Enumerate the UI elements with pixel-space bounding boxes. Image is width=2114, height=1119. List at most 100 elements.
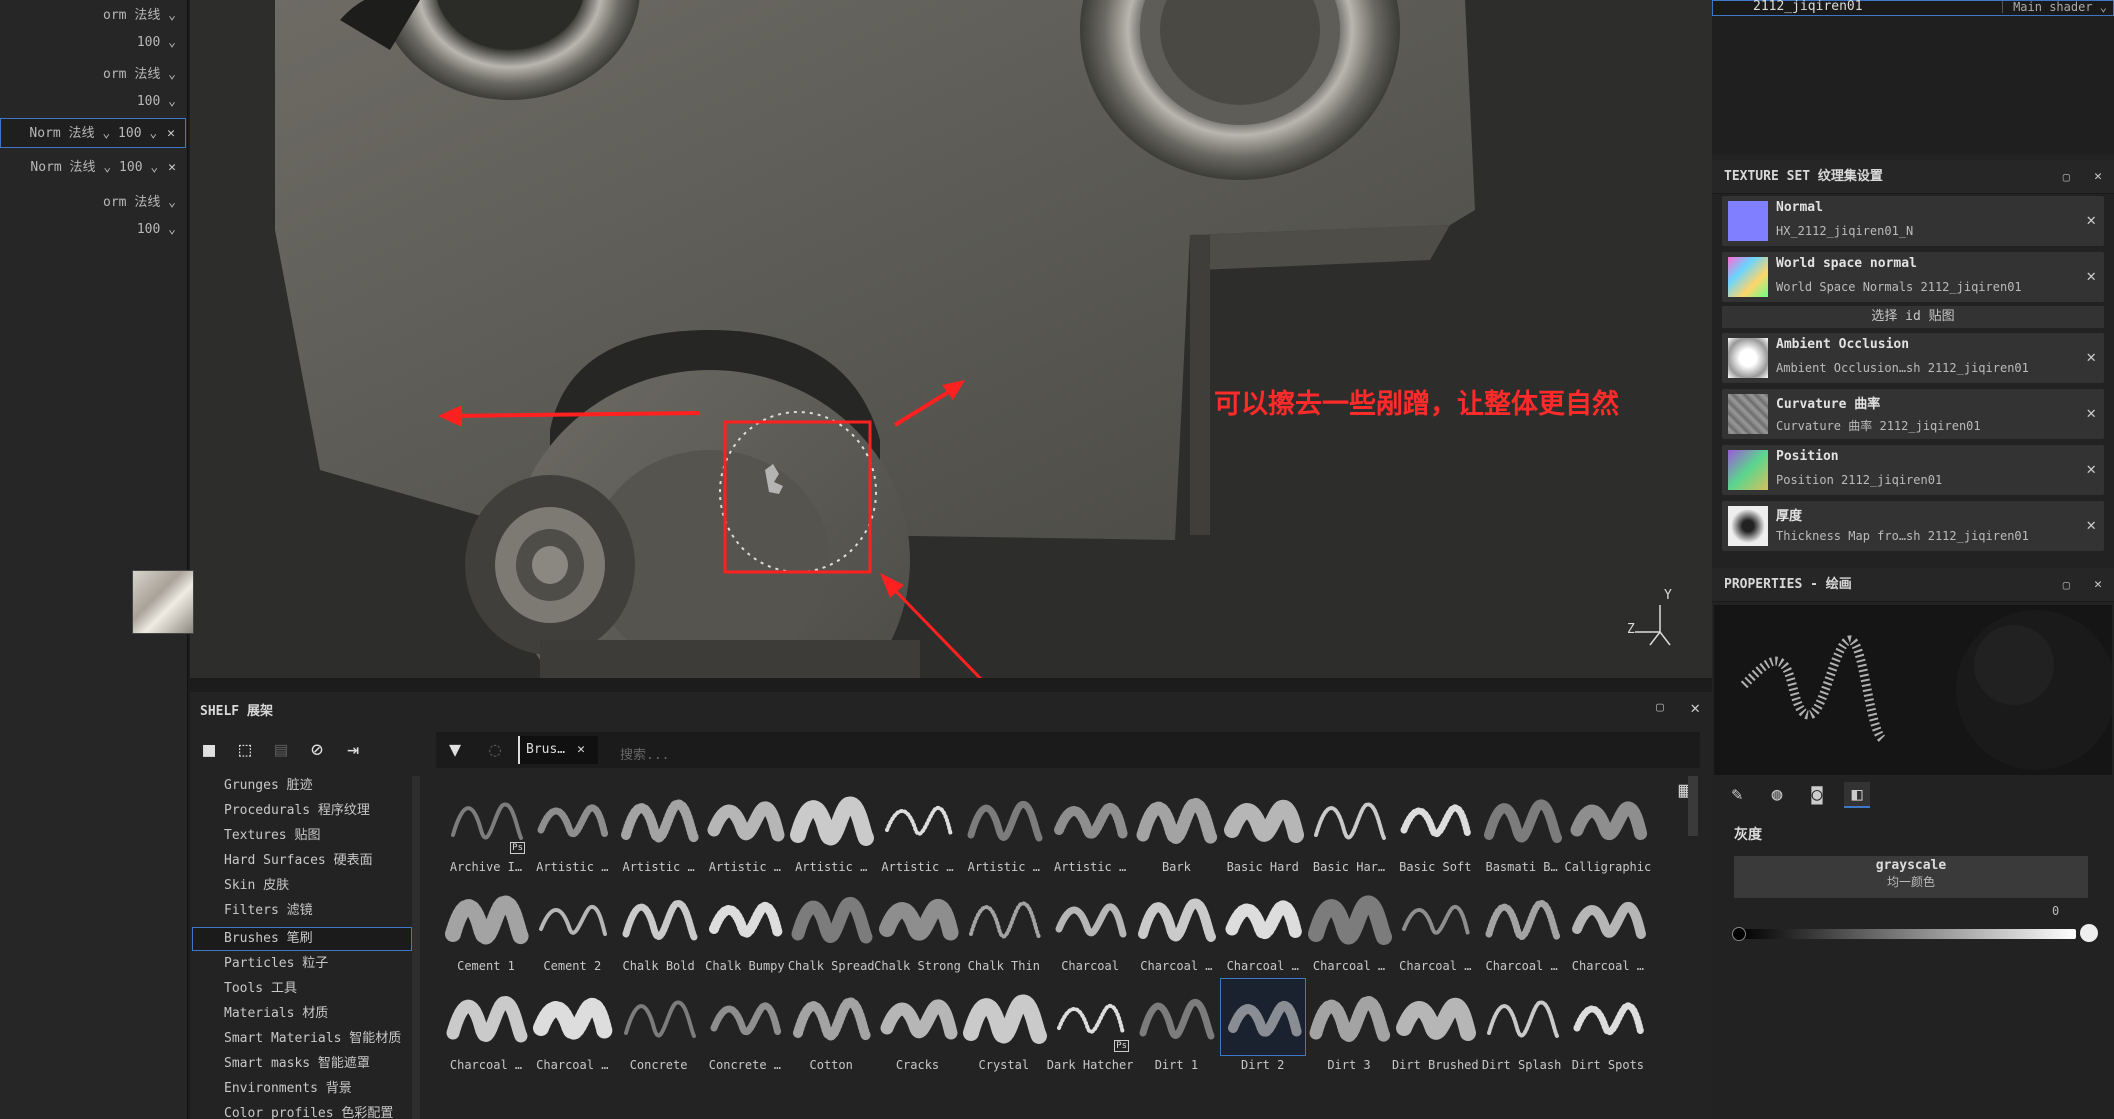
category-procedurals[interactable]: Procedurals 程序纹理 xyxy=(224,800,370,822)
brush-item[interactable]: Dirt 3 xyxy=(1306,978,1392,1076)
brush-item[interactable]: Cracks xyxy=(875,978,961,1076)
stencil-icon[interactable]: ◙ xyxy=(1804,782,1830,808)
texture-row-world-normal[interactable]: World space normal World Space Normals 2… xyxy=(1722,252,2104,302)
brush-icon[interactable]: ✎ xyxy=(1724,782,1750,808)
color-picker-icon[interactable] xyxy=(2080,924,2098,942)
material-thumbnail[interactable] xyxy=(132,570,194,634)
filter-icon[interactable]: ▼ xyxy=(442,736,468,762)
layer-row-selected[interactable]: Norm 法线 ⌄ 100 ⌄ ✕ xyxy=(0,118,186,148)
close-icon[interactable]: ✕ xyxy=(167,126,175,141)
brush-item-selected[interactable]: Dirt 2 xyxy=(1219,978,1306,1076)
close-icon[interactable]: ✕ xyxy=(2086,210,2096,229)
folder-icon[interactable]: ■ xyxy=(196,736,222,762)
brush-item[interactable]: Concrete … xyxy=(702,978,788,1076)
reset-icon[interactable]: ◌ xyxy=(482,736,508,762)
brush-item[interactable]: Chalk Strong xyxy=(874,879,961,977)
brush-item[interactable]: Chalk Spread xyxy=(788,879,875,977)
category-skin[interactable]: Skin 皮肤 xyxy=(224,875,289,897)
brush-item[interactable]: Artistic … xyxy=(1047,780,1133,878)
texture-row-curvature[interactable]: Curvature 曲率 Curvature 曲率 2112_jiqiren01… xyxy=(1722,389,2104,439)
brush-item[interactable]: Crystal xyxy=(961,978,1047,1076)
brush-item[interactable]: Ps Archive I… xyxy=(443,780,529,878)
alpha-icon[interactable]: ◍ xyxy=(1764,782,1790,808)
category-smart-masks[interactable]: Smart masks 智能遮罩 xyxy=(224,1053,370,1075)
brush-item[interactable]: Bark xyxy=(1133,780,1219,878)
texture-set-row[interactable]: 2112_jiqiren01 Main shader ⌄ xyxy=(1712,0,2114,16)
brush-item[interactable]: Artistic … xyxy=(529,780,615,878)
grayscale-button[interactable]: grayscale 均一颜色 xyxy=(1734,856,2088,898)
brush-item[interactable]: Basic Soft xyxy=(1392,780,1478,878)
close-icon[interactable]: ✕ xyxy=(577,742,585,757)
category-scrollbar[interactable] xyxy=(412,776,420,1119)
layer-opacity-dropdown[interactable]: 100 ⌄ xyxy=(0,28,186,58)
brush-item[interactable]: Cement 1 xyxy=(443,879,529,977)
close-icon[interactable]: ✕ xyxy=(2086,459,2096,478)
layer-channel-dropdown[interactable]: orm 法线 ⌄ xyxy=(0,60,186,90)
category-color-profiles[interactable]: Color profiles 色彩配置 xyxy=(224,1103,393,1119)
undock-icon[interactable]: ▢ xyxy=(2063,568,2070,602)
shader-dropdown[interactable]: Main shader ⌄ xyxy=(2002,1,2107,13)
slider-handle[interactable] xyxy=(1732,927,1746,941)
brush-item[interactable]: Charcoal … xyxy=(1306,879,1392,977)
close-icon[interactable]: ✕ xyxy=(2086,403,2096,422)
brush-item[interactable]: Charcoal … xyxy=(1220,879,1306,977)
brush-item[interactable]: Calligraphic xyxy=(1565,780,1651,878)
category-textures[interactable]: Textures 贴图 xyxy=(224,825,320,847)
layer-row[interactable]: Norm 法线 ⌄ 100 ⌄ ✕ xyxy=(0,153,186,183)
brush-item[interactable]: Dirt Spots xyxy=(1565,978,1651,1076)
close-icon[interactable]: ✕ xyxy=(2094,160,2102,194)
filter-chip[interactable]: Brus… ✕ xyxy=(518,736,598,764)
brush-item[interactable]: Cotton xyxy=(788,978,874,1076)
hide-icon[interactable]: ⊘ xyxy=(304,736,330,762)
import-icon[interactable]: ⇥ xyxy=(340,736,366,762)
close-icon[interactable]: ✕ xyxy=(168,160,176,175)
category-smart-materials[interactable]: Smart Materials 智能材质 xyxy=(224,1028,401,1050)
brush-item[interactable]: Chalk Bold xyxy=(616,879,702,977)
close-icon[interactable]: ✕ xyxy=(2086,347,2096,366)
brush-item[interactable]: Dirt Splash xyxy=(1479,978,1565,1076)
close-icon[interactable]: ✕ xyxy=(2094,568,2102,602)
material-icon[interactable]: ◧ xyxy=(1844,782,1870,808)
brush-item[interactable]: Dirt Brushed xyxy=(1392,978,1479,1076)
new-file-icon[interactable]: ⬚ xyxy=(232,736,258,762)
brush-item[interactable]: Artistic … xyxy=(875,780,961,878)
gray-slider[interactable] xyxy=(1738,929,2076,939)
brush-item[interactable]: Basmati B… xyxy=(1479,780,1565,878)
3d-viewport[interactable]: 可以擦去一些剐蹭，让整体更自然 Y Z xyxy=(190,0,1712,678)
category-particles[interactable]: Particles 粒子 xyxy=(224,953,328,975)
texture-row-thickness[interactable]: 厚度 Thickness Map fro…sh 2112_jiqiren01 ✕ xyxy=(1722,501,2104,551)
brush-item[interactable]: Charcoal … xyxy=(443,978,529,1076)
brush-item[interactable]: Charcoal … xyxy=(1565,879,1651,977)
brush-item[interactable]: Charcoal … xyxy=(1479,879,1565,977)
save-icon[interactable]: ▤ xyxy=(268,736,294,762)
category-environments[interactable]: Environments 背景 xyxy=(224,1078,352,1100)
layer-channel-dropdown[interactable]: orm 法线 ⌄ xyxy=(0,1,186,31)
brush-item[interactable]: Artistic … xyxy=(702,780,788,878)
undock-icon[interactable]: ▢ xyxy=(2063,160,2070,194)
close-icon[interactable]: ✕ xyxy=(1690,698,1700,717)
brush-item[interactable]: Charcoal xyxy=(1047,879,1133,977)
close-icon[interactable]: ✕ xyxy=(2086,266,2096,285)
undock-icon[interactable]: ▢ xyxy=(1656,700,1664,715)
texture-row-ao[interactable]: Ambient Occlusion Ambient Occlusion…sh 2… xyxy=(1722,333,2104,383)
layer-opacity-dropdown[interactable]: 100 ⌄ xyxy=(0,87,186,117)
shelf-scrollbar[interactable] xyxy=(1688,776,1698,836)
brush-item[interactable]: Charcoal … xyxy=(1133,879,1219,977)
category-tools[interactable]: Tools 工具 xyxy=(224,978,297,1000)
select-id-map-button[interactable]: 选择 id 贴图 xyxy=(1722,306,2104,328)
brush-item[interactable]: Chalk Thin xyxy=(961,879,1047,977)
category-filters[interactable]: Filters 滤镜 xyxy=(224,900,313,922)
category-materials[interactable]: Materials 材质 xyxy=(224,1003,328,1025)
brush-item[interactable]: Artistic … xyxy=(961,780,1047,878)
brush-item[interactable]: Charcoal … xyxy=(529,978,615,1076)
brush-item[interactable]: Basic Har… xyxy=(1306,780,1392,878)
brush-item[interactable]: Charcoal … xyxy=(1392,879,1478,977)
brush-item[interactable]: Ps Dark Hatcher xyxy=(1047,978,1133,1076)
brush-item[interactable]: Concrete xyxy=(616,978,702,1076)
layer-opacity-dropdown[interactable]: 100 ⌄ xyxy=(0,215,186,245)
category-brushes[interactable]: Brushes 笔刷 xyxy=(224,928,313,950)
category-hard-surfaces[interactable]: Hard Surfaces 硬表面 xyxy=(224,850,373,872)
brush-item[interactable]: Artistic … xyxy=(616,780,702,878)
close-icon[interactable]: ✕ xyxy=(2086,515,2096,534)
search-input[interactable]: 搜索... xyxy=(620,744,669,763)
